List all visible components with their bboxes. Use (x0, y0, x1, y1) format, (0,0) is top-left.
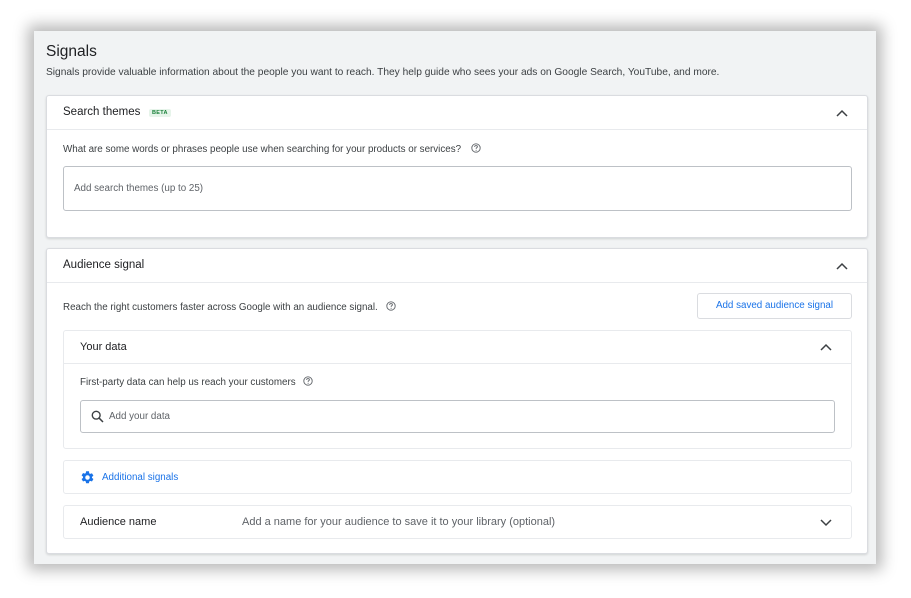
audience-signal-description: Reach the right customers faster across … (63, 302, 378, 313)
chevron-up-icon[interactable] (836, 262, 848, 270)
search-themes-header[interactable]: Search themes BETA (47, 96, 867, 130)
your-data-description: First-party data can help us reach your … (80, 377, 296, 388)
gear-icon (80, 470, 95, 490)
audience-signal-card: Audience signal Reach the right customer… (46, 248, 868, 554)
chevron-down-icon[interactable] (820, 519, 832, 527)
add-saved-audience-signal-button[interactable]: Add saved audience signal (697, 293, 852, 319)
search-themes-card: Search themes BETA What are some words o… (46, 95, 868, 238)
your-data-card: Your data First-party data can help us r… (63, 330, 852, 449)
search-themes-question: What are some words or phrases people us… (63, 144, 462, 155)
additional-signals-label[interactable]: Additional signals (102, 472, 178, 483)
audience-signal-header[interactable]: Audience signal (47, 249, 867, 283)
audience-signal-title: Audience signal (63, 259, 145, 271)
your-data-title: Your data (80, 341, 127, 353)
audience-name-label: Audience name (80, 516, 157, 528)
help-circle-icon[interactable] (386, 301, 396, 311)
chevron-up-icon[interactable] (820, 343, 832, 351)
your-data-header[interactable]: Your data (64, 331, 851, 364)
help-circle-icon[interactable] (471, 143, 481, 153)
audience-name-row[interactable]: Audience name Add a name for your audien… (63, 505, 852, 539)
signals-description: Signals provide valuable information abo… (46, 67, 720, 78)
beta-badge: BETA (149, 109, 171, 117)
help-circle-icon[interactable] (303, 376, 313, 386)
chevron-up-icon[interactable] (836, 109, 848, 117)
signals-panel: Signals Signals provide valuable informa… (34, 31, 876, 564)
your-data-placeholder: Add your data (109, 411, 171, 422)
additional-signals-row[interactable]: Additional signals (63, 460, 852, 494)
search-icon (91, 410, 104, 428)
search-themes-input[interactable]: Add search themes (up to 25) (63, 166, 852, 211)
your-data-search-input[interactable]: Add your data (80, 400, 835, 433)
search-themes-placeholder: Add search themes (up to 25) (74, 183, 204, 194)
audience-name-hint: Add a name for your audience to save it … (242, 516, 556, 528)
page-title: Signals (46, 43, 97, 60)
search-themes-title: Search themes (63, 106, 141, 118)
